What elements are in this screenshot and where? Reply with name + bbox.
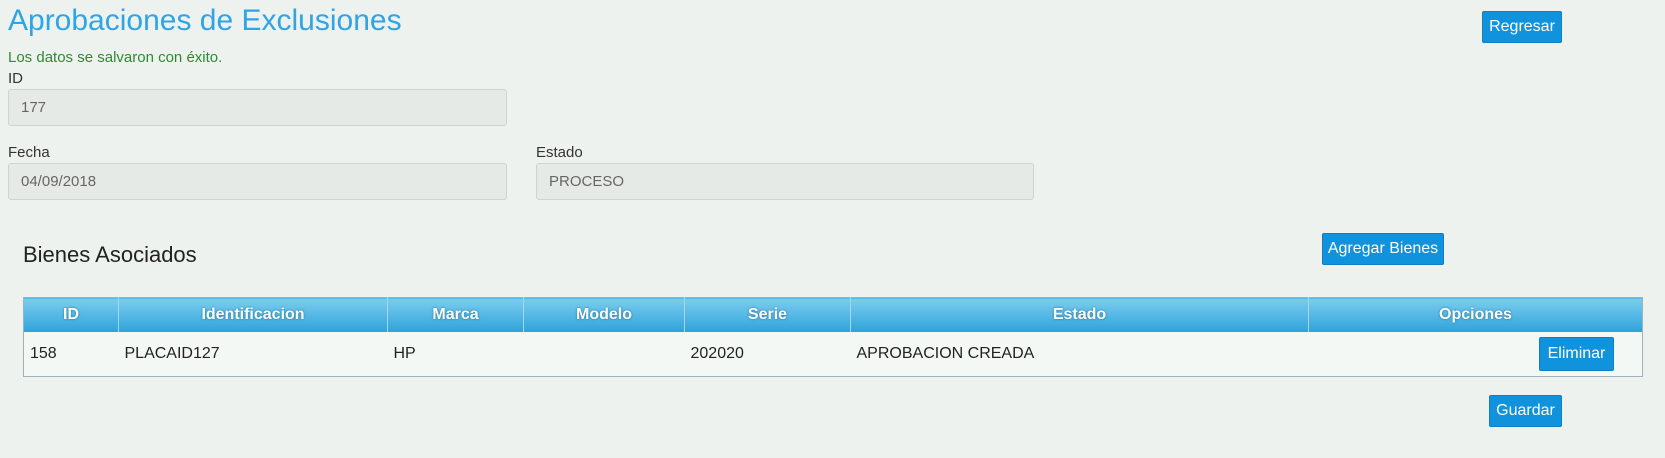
section-title: Bienes Asociados — [23, 242, 197, 267]
estado-field[interactable]: PROCESO — [536, 163, 1034, 200]
add-assets-button[interactable]: Agregar Bienes — [1322, 233, 1444, 265]
column-header-modelo[interactable]: Modelo — [523, 297, 685, 332]
column-header-opciones: Opciones — [1308, 297, 1643, 332]
id-label: ID — [8, 70, 23, 87]
back-button[interactable]: Regresar — [1482, 11, 1562, 43]
delete-button[interactable]: Eliminar — [1539, 337, 1614, 371]
page-title: Aprobaciones de Exclusiones — [8, 4, 402, 37]
cell-opciones: Eliminar — [1308, 332, 1643, 377]
cell-estado: APROBACION CREADA — [850, 332, 1309, 377]
estado-label: Estado — [536, 144, 583, 161]
column-header-id[interactable]: ID — [23, 297, 119, 332]
cell-modelo — [523, 332, 685, 377]
save-button[interactable]: Guardar — [1489, 395, 1562, 427]
cell-marca: HP — [387, 332, 524, 377]
column-header-estado[interactable]: Estado — [850, 297, 1309, 332]
column-header-identificacion[interactable]: Identificacion — [118, 297, 388, 332]
cell-serie: 202020 — [684, 332, 851, 377]
assets-table: ID Identificacion Marca Modelo Serie Est… — [23, 297, 1643, 377]
fecha-field[interactable]: 04/09/2018 — [8, 163, 507, 200]
column-header-serie[interactable]: Serie — [684, 297, 851, 332]
table-header-row: ID Identificacion Marca Modelo Serie Est… — [23, 297, 1643, 332]
success-message: Los datos se salvaron con éxito. — [8, 49, 223, 66]
cell-identificacion: PLACAID127 — [118, 332, 388, 377]
column-header-marca[interactable]: Marca — [387, 297, 524, 332]
id-field[interactable]: 177 — [8, 89, 507, 126]
fecha-label: Fecha — [8, 144, 50, 161]
table-row: 158 PLACAID127 HP 202020 APROBACION CREA… — [23, 332, 1643, 377]
cell-id: 158 — [23, 332, 119, 377]
